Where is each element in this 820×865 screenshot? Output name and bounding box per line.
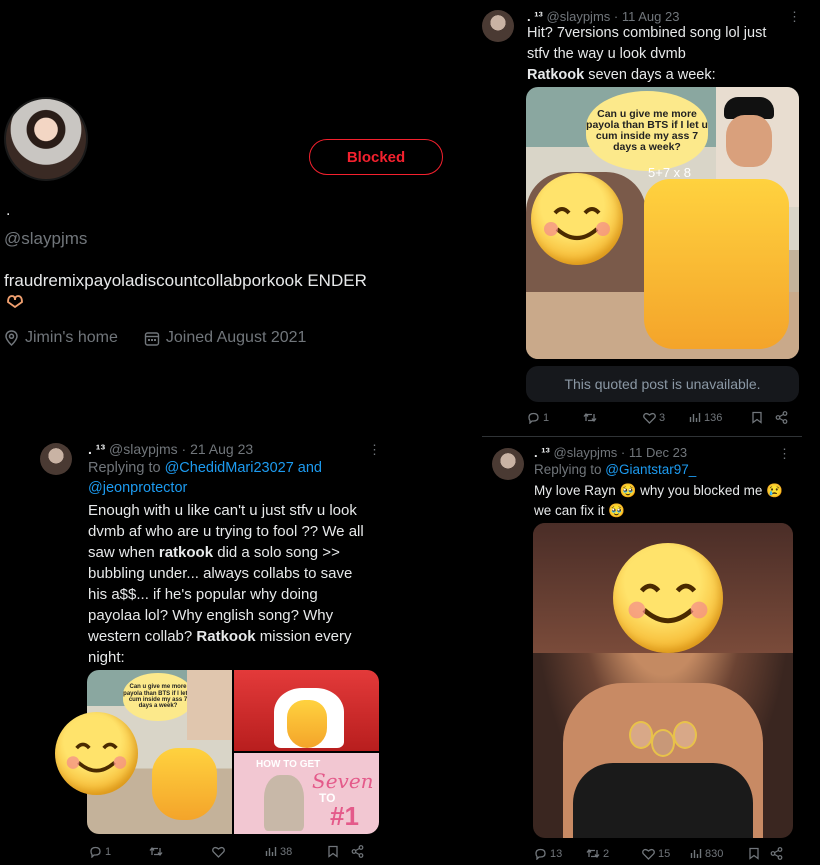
reply-mention-link[interactable]: @Giantstar97_ — [605, 462, 696, 477]
views-button[interactable]: 136 — [689, 412, 751, 424]
heart-icon — [643, 412, 656, 424]
like-button[interactable]: 3 — [643, 412, 689, 424]
image-man-photo — [187, 670, 232, 740]
poster-text: #1 — [330, 801, 359, 831]
quoted-post-unavailable: This quoted post is unavailable. — [526, 366, 799, 402]
tweet-handle-date[interactable]: @slaypjms · 21 Aug 23 — [109, 441, 253, 457]
retweet-button[interactable] — [149, 846, 212, 857]
views-icon — [689, 413, 701, 422]
image-face — [726, 115, 772, 167]
smiling-face-emoji-icon — [55, 712, 138, 795]
reply-button[interactable]: 1 — [527, 412, 583, 424]
tweet-header: . ¹³ @slaypjms · 11 Aug 23 — [527, 9, 679, 24]
reply-button[interactable]: 1 — [89, 846, 149, 858]
location-icon — [5, 330, 18, 346]
media-poster[interactable]: HOW TO GET Seven TO #1 — [234, 753, 379, 834]
views-icon — [265, 847, 277, 856]
poster-text: Seven — [312, 769, 374, 793]
tweet-divider — [482, 436, 802, 437]
like-button[interactable] — [212, 846, 265, 858]
thumbs-down-emoji-icon — [287, 700, 327, 748]
pendant-faces — [629, 721, 697, 757]
tweet-actions: 1 3 136 — [527, 411, 797, 424]
smiling-face-emoji-icon — [531, 173, 623, 265]
heart-hands-icon — [7, 295, 23, 308]
tweet-header: . ¹³ @slaypjms · 21 Aug 23 — [88, 441, 253, 457]
tweet-avatar[interactable] — [482, 10, 514, 42]
reply-icon — [535, 848, 546, 860]
poster-text: HOW TO GET — [256, 759, 321, 770]
tweet-text: Hit? 7versions combined song lol just st… — [527, 25, 767, 83]
tweet-image[interactable] — [533, 523, 793, 838]
tweet-actions: 1 38 — [89, 845, 379, 858]
retweet-button[interactable]: 2 — [586, 848, 642, 860]
profile-handle: @slaypjms — [4, 229, 88, 248]
retweet-icon — [149, 846, 163, 857]
retweet-button[interactable] — [583, 412, 643, 423]
heart-icon — [212, 846, 225, 858]
smiling-face-emoji-icon — [613, 543, 723, 653]
retweet-icon — [583, 412, 597, 423]
bookmark-icon[interactable] — [327, 845, 339, 858]
more-options-icon[interactable]: ⋮ — [368, 442, 381, 458]
tweet-handle-date[interactable]: @slaypjms · 11 Dec 23 — [554, 445, 688, 460]
profile-location: Jimin's home — [25, 329, 118, 346]
profile-meta: Jimin's home Joined August 2021 — [4, 329, 306, 347]
image-figure — [264, 775, 304, 831]
speech-bubble: Can u give me more payola than BTS if I … — [586, 91, 708, 171]
tweet-actions: 13 2 15 830 — [534, 847, 794, 860]
profile-name: . — [6, 202, 11, 219]
heart-icon — [642, 848, 655, 860]
tweet-text: My love Rayn 🥹 why you blocked me 😢 we c… — [534, 483, 783, 518]
share-icon[interactable] — [351, 845, 364, 858]
tweet-header: . ¹³ @slaypjms · 11 Dec 23 — [534, 445, 687, 460]
tweet-avatar[interactable] — [492, 448, 524, 480]
tweet-author-name[interactable]: . ¹³ — [88, 441, 105, 457]
profile-avatar[interactable] — [4, 97, 88, 181]
blocked-button[interactable]: Blocked — [309, 139, 443, 175]
reply-mention-link[interactable]: @jeonprotector — [88, 480, 187, 496]
thumbs-down-emoji-icon — [644, 179, 789, 349]
profile-joined: Joined August 2021 — [165, 329, 307, 346]
chalk-equation: 5+7 x 8 — [648, 165, 692, 180]
views-icon — [690, 849, 702, 858]
views-button[interactable]: 38 — [265, 846, 327, 858]
share-icon[interactable] — [775, 411, 788, 424]
tweet-image[interactable]: Can u give me more payola than BTS if I … — [526, 87, 799, 359]
views-button[interactable]: 830 — [690, 848, 748, 860]
profile-bio: fraudremixpayoladiscountcollabporkook EN… — [4, 271, 367, 290]
image-top — [573, 763, 753, 838]
bookmark-icon[interactable] — [748, 847, 760, 860]
reply-mention-link[interactable]: @ChedidMari23027 and — [165, 460, 322, 476]
tweet-text: Enough with u like can't u just stfv u l… — [88, 502, 364, 666]
tweet-author-name[interactable]: . ¹³ — [534, 445, 550, 460]
calendar-icon — [144, 331, 160, 346]
thumbs-down-emoji-icon — [152, 748, 217, 820]
like-button[interactable]: 15 — [642, 848, 690, 860]
more-options-icon[interactable]: ⋮ — [778, 446, 791, 462]
tweet-author-name[interactable]: . ¹³ — [527, 9, 543, 24]
tweet-handle-date[interactable]: @slaypjms · 11 Aug 23 — [547, 9, 680, 24]
reply-button[interactable]: 13 — [534, 848, 586, 860]
replying-to: Replying to @ChedidMari23027 and @jeonpr… — [88, 460, 322, 496]
bookmark-icon[interactable] — [751, 411, 763, 424]
reply-icon — [90, 846, 101, 858]
replying-to: Replying to @Giantstar97_ — [534, 462, 697, 477]
retweet-icon — [586, 848, 600, 859]
tweet-avatar[interactable] — [40, 443, 72, 475]
share-icon[interactable] — [770, 847, 783, 860]
reply-icon — [528, 412, 539, 424]
